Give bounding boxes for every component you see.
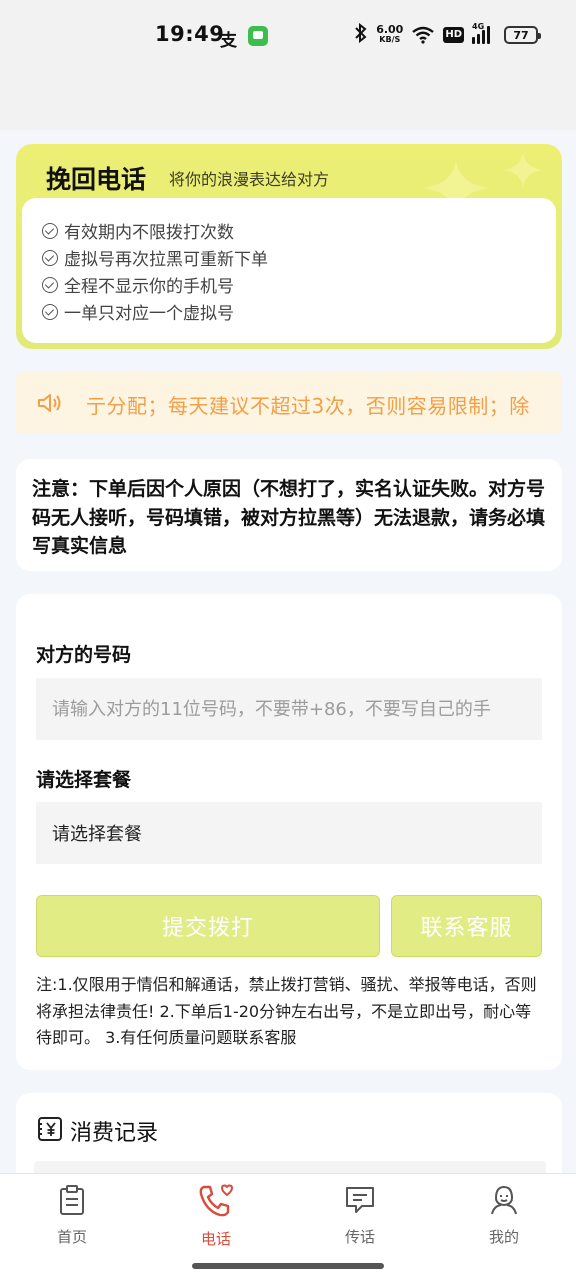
chat-icon <box>344 1184 376 1220</box>
feature-item: 有效期内不限拨打次数 <box>42 218 234 243</box>
hd-icon: HD <box>443 27 464 43</box>
hero-card: 挽回电话 将你的浪漫表达给对方 有效期内不限拨打次数 虚拟号再次拉黑可重新下单 … <box>16 144 562 349</box>
home-indicator[interactable] <box>192 1263 384 1269</box>
status-bar: 19:49 支 6.00 KB/S HD 4G 77 <box>0 0 576 72</box>
feature-item: 全程不显示你的手机号 <box>42 272 234 297</box>
phone-heart-icon <box>198 1184 234 1222</box>
message-notification-icon <box>248 26 268 46</box>
network-speed-unit: KB/S <box>379 35 401 44</box>
wifi-icon <box>411 26 435 44</box>
nav-item-label: 我的 <box>488 1228 519 1246</box>
network-speed-value: 6.00 <box>376 23 404 36</box>
bluetooth-icon <box>354 22 368 48</box>
nav-item-message[interactable]: 传话 <box>310 1184 410 1247</box>
package-label: 请选择套餐 <box>36 769 132 791</box>
nav-item-label: 首页 <box>56 1228 87 1246</box>
nav-item-mine[interactable]: 我的 <box>454 1184 554 1247</box>
phone-input[interactable] <box>36 678 542 740</box>
status-indicators: 6.00 KB/S HD 4G 77 <box>354 22 541 48</box>
contact-service-button[interactable]: 联系客服 <box>391 895 542 957</box>
receipt-yen-icon <box>36 1115 64 1147</box>
phone-label: 对方的号码 <box>36 644 132 666</box>
check-circle-icon <box>42 276 58 293</box>
submit-call-button[interactable]: 提交拨打 <box>36 895 380 957</box>
feature-text: 虚拟号再次拉黑可重新下单 <box>64 250 268 270</box>
nav-item-label: 电话 <box>200 1230 231 1248</box>
feature-item: 一单只对应一个虚拟号 <box>42 299 234 324</box>
status-time: 19:49 <box>155 22 225 46</box>
feature-text: 一单只对应一个虚拟号 <box>64 304 234 324</box>
package-select-value: 请选择套餐 <box>52 824 142 845</box>
alipay-notification-icon: 支 <box>220 31 237 51</box>
notice-text: 亍分配；每天建议不超过3次，否则容易限制；除 <box>86 394 530 418</box>
nav-item-label: 传话 <box>344 1228 375 1246</box>
sparkle-small-icon <box>503 152 543 188</box>
check-circle-icon <box>42 249 58 266</box>
speaker-icon <box>36 392 64 418</box>
header-spacer <box>0 72 576 130</box>
feature-list: 有效期内不限拨打次数 虚拟号再次拉黑可重新下单 全程不显示你的手机号 一单只对应… <box>22 198 556 343</box>
user-icon <box>488 1184 520 1220</box>
record-title: 消费记录 <box>70 1121 159 1146</box>
feature-text: 有效期内不限拨打次数 <box>64 223 234 243</box>
attention-card: 注意：下单后因个人原因（不想打了，实名认证失败。对方号码无人接听，号码填错，被对… <box>16 459 562 571</box>
check-circle-icon <box>42 222 58 239</box>
form-note: 注:1.仅限用于情侣和解通话，禁止拨打营销、骚扰、举报等电话，否则将承担法律责任… <box>36 975 537 1047</box>
network-speed: 6.00 KB/S <box>376 23 404 45</box>
hero-title: 挽回电话 <box>46 165 147 194</box>
signal-type: 4G <box>472 22 485 31</box>
order-form: 对方的号码 请选择套餐 请选择套餐 提交拨打 联系客服 注:1.仅限用于情侣和解… <box>16 594 562 1070</box>
notice-bar[interactable]: 亍分配；每天建议不超过3次，否则容易限制；除 <box>16 372 562 434</box>
clipboard-icon <box>57 1184 87 1220</box>
feature-text: 全程不显示你的手机号 <box>64 277 234 297</box>
check-circle-icon <box>42 303 58 320</box>
attention-text: 注意：下单后因个人原因（不想打了，实名认证失败。对方号码无人接听，号码填错，被对… <box>32 478 546 557</box>
battery-icon: 77 <box>504 26 541 44</box>
feature-item: 虚拟号再次拉黑可重新下单 <box>42 245 268 270</box>
nav-item-phone[interactable]: 电话 <box>166 1184 266 1249</box>
signal-icon: 4G <box>472 22 490 44</box>
nav-item-home[interactable]: 首页 <box>22 1184 122 1247</box>
package-select[interactable]: 请选择套餐 <box>36 802 542 864</box>
hero-subtitle: 将你的浪漫表达给对方 <box>169 170 330 189</box>
